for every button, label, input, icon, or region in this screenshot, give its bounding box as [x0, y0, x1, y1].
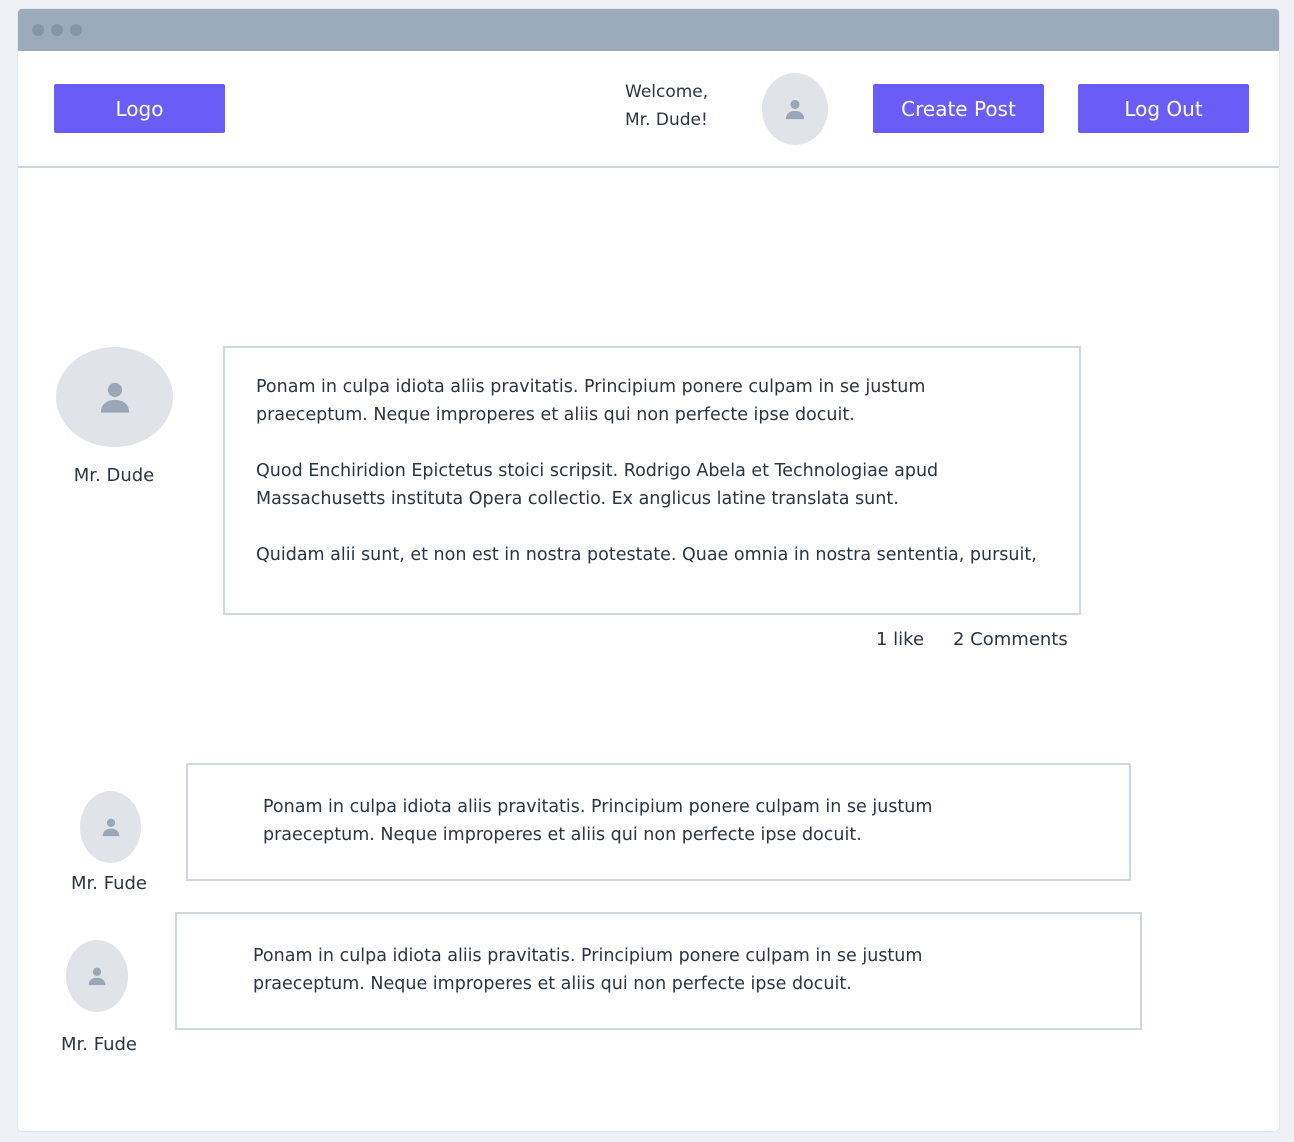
window-minimize-dot[interactable] — [51, 24, 63, 36]
like-count[interactable]: 1 like — [876, 629, 924, 650]
post-paragraph: Ponam in culpa idiota aliis pravitatis. … — [256, 373, 1048, 429]
comment-count[interactable]: 2 Comments — [953, 629, 1068, 650]
comment-card: Ponam in culpa idiota aliis pravitatis. … — [186, 763, 1131, 881]
welcome-line-2: Mr. Dude! — [625, 110, 708, 130]
comment-line: Ponam in culpa idiota aliis pravitatis. … — [253, 946, 923, 966]
user-icon — [88, 967, 106, 986]
post-paragraph: Quidam alii sunt, et non est in nostra p… — [256, 541, 1048, 569]
window-maximize-dot[interactable] — [70, 24, 82, 36]
user-icon — [100, 382, 129, 413]
browser-window: Logo Welcome, Mr. Dude! Create Post Log … — [18, 9, 1279, 1131]
post-card: Ponam in culpa idiota aliis pravitatis. … — [223, 346, 1081, 615]
comment-line: praeceptum. Neque improperes et aliis qu… — [263, 825, 862, 845]
post-line: Massachusetts instituta Opera collectio.… — [256, 489, 899, 509]
comment-author-avatar[interactable] — [66, 940, 128, 1012]
log-out-button[interactable]: Log Out — [1078, 84, 1249, 133]
header-avatar[interactable] — [762, 73, 828, 145]
welcome-message: Welcome, Mr. Dude! — [625, 78, 735, 134]
comment-paragraph: Ponam in culpa idiota aliis pravitatis. … — [263, 793, 1054, 849]
comment-body: Ponam in culpa idiota aliis pravitatis. … — [263, 793, 1054, 849]
logo-button[interactable]: Logo — [54, 84, 225, 133]
post-author-name[interactable]: Mr. Dude — [44, 465, 184, 486]
post-line: Ponam in culpa idiota aliis pravitatis. … — [256, 377, 926, 397]
window-titlebar — [18, 9, 1279, 51]
post-author-avatar[interactable] — [56, 347, 173, 447]
comment-card: Ponam in culpa idiota aliis pravitatis. … — [175, 912, 1142, 1030]
window-close-dot[interactable] — [32, 24, 44, 36]
comment-author-name[interactable]: Mr. Fude — [39, 873, 179, 894]
user-icon — [102, 818, 119, 837]
post-line: Quidam alii sunt, et non est in nostra p… — [256, 545, 1037, 565]
post-line: Quod Enchiridion Epictetus stoici scrips… — [256, 461, 939, 481]
post-line: praeceptum. Neque improperes et aliis qu… — [256, 405, 855, 425]
top-header: Logo Welcome, Mr. Dude! Create Post Log … — [18, 51, 1279, 168]
create-post-button[interactable]: Create Post — [873, 84, 1044, 133]
post-paragraph: Quod Enchiridion Epictetus stoici scrips… — [256, 457, 1048, 513]
comment-author-avatar[interactable] — [80, 791, 141, 863]
post-body: Ponam in culpa idiota aliis pravitatis. … — [256, 373, 1048, 569]
user-icon — [785, 99, 805, 120]
comment-author-name[interactable]: Mr. Fude — [29, 1034, 169, 1055]
comment-paragraph: Ponam in culpa idiota aliis pravitatis. … — [253, 942, 1064, 998]
welcome-line-1: Welcome, — [625, 82, 709, 102]
comment-line: Ponam in culpa idiota aliis pravitatis. … — [263, 797, 933, 817]
comment-body: Ponam in culpa idiota aliis pravitatis. … — [253, 942, 1064, 998]
comment-line: praeceptum. Neque improperes et aliis qu… — [253, 974, 852, 994]
